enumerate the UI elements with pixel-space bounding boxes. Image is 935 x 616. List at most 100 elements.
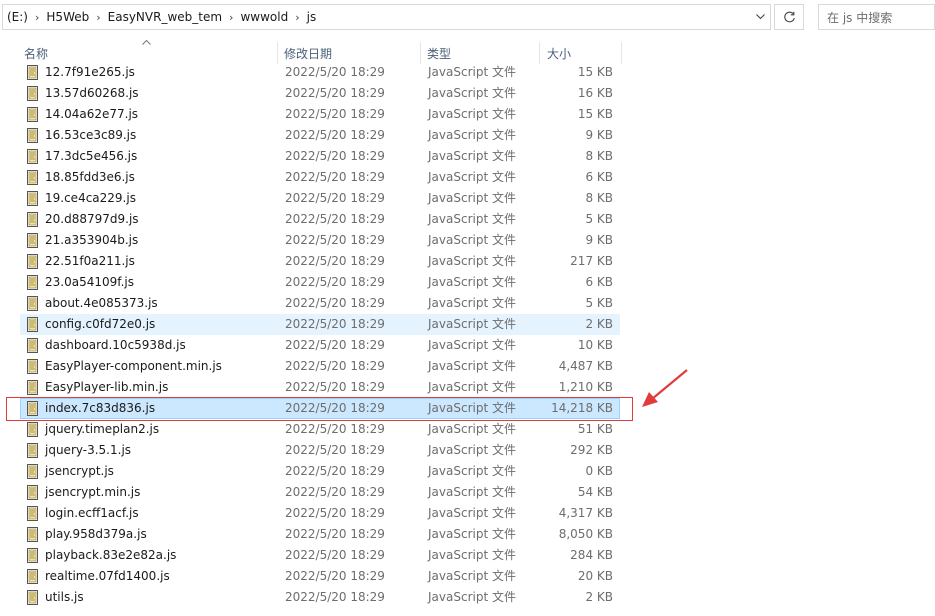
file-size: 16 KB — [577, 86, 613, 100]
file-row[interactable]: 22.51f0a211.js 2022/5/20 18:29 JavaScript … — [20, 251, 620, 272]
file-type: JavaScript 文件 — [428, 380, 516, 394]
file-date: 2022/5/20 18:29 — [285, 590, 385, 604]
address-toolbar: (E:) › H5Web › EasyNVR_web_tem › wwwold › js 在 j… — [0, 0, 935, 36]
file-row[interactable]: jsencrypt.min.js 2022/5/20 18:29 JavaScrip… — [20, 482, 620, 503]
file-date: 2022/5/20 18:29 — [285, 527, 385, 541]
file-type: JavaScript 文件 — [428, 170, 516, 184]
breadcrumb-item[interactable]: (E:) — [3, 10, 32, 24]
file-date: 2022/5/20 18:29 — [285, 254, 385, 268]
column-header-type[interactable]: 类型 — [421, 42, 540, 64]
file-row[interactable]: index.7c83d836.js 2022/5/20 18:29 JavaScri… — [20, 398, 620, 419]
search-input[interactable]: 在 js 中搜索 — [818, 4, 935, 30]
file-date: 2022/5/20 18:29 — [285, 485, 385, 499]
file-row[interactable]: jsencrypt.js 2022/5/20 18:29 JavaScript 文件… — [20, 461, 620, 482]
file-row[interactable]: jquery.timeplan2.js 2022/5/20 18:29 JavaSc… — [20, 419, 620, 440]
file-date: 2022/5/20 18:29 — [285, 380, 385, 394]
file-name: 20.d88797d9.js — [45, 212, 139, 226]
file-row[interactable]: 14.04a62e77.js 2022/5/20 18:29 JavaScript … — [20, 104, 620, 125]
js-file-icon — [25, 590, 40, 605]
file-type: JavaScript 文件 — [428, 191, 516, 205]
file-row[interactable]: config.c0fd72e0.js 2022/5/20 18:29 JavaScr… — [20, 314, 620, 335]
breadcrumb-separator[interactable]: › — [32, 11, 42, 24]
column-header-date[interactable]: 修改日期 — [278, 42, 421, 64]
file-row[interactable]: 13.57d60268.js 2022/5/20 18:29 JavaScript … — [20, 83, 620, 104]
file-size: 15 KB — [577, 107, 613, 121]
file-row[interactable]: EasyPlayer-lib.min.js 2022/5/20 18:29 Java… — [20, 377, 620, 398]
file-name: jsencrypt.min.js — [45, 485, 141, 499]
file-row[interactable]: realtime.07fd1400.js 2022/5/20 18:29 JavaS… — [20, 566, 620, 587]
js-file-icon — [25, 128, 40, 143]
file-date: 2022/5/20 18:29 — [285, 401, 385, 415]
file-row[interactable]: EasyPlayer-component.min.js 2022/5/20 18:… — [20, 356, 620, 377]
breadcrumb-item[interactable]: H5Web — [42, 10, 93, 24]
file-size: 4,317 KB — [558, 506, 613, 520]
file-size: 20 KB — [577, 569, 613, 583]
file-size: 15 KB — [577, 65, 613, 79]
file-date: 2022/5/20 18:29 — [285, 233, 385, 247]
file-name: 14.04a62e77.js — [45, 107, 139, 121]
file-date: 2022/5/20 18:29 — [285, 86, 385, 100]
file-name: utils.js — [45, 590, 84, 604]
file-size: 8 KB — [585, 191, 613, 205]
file-size: 0 KB — [585, 464, 613, 478]
address-bar[interactable]: (E:) › H5Web › EasyNVR_web_tem › wwwold › js — [2, 4, 771, 30]
file-date: 2022/5/20 18:29 — [285, 128, 385, 142]
file-type: JavaScript 文件 — [428, 296, 516, 310]
chevron-down-icon[interactable] — [751, 5, 769, 29]
breadcrumb-separator[interactable]: › — [292, 11, 302, 24]
js-file-icon — [25, 212, 40, 227]
breadcrumb-item[interactable]: wwwold — [236, 10, 292, 24]
file-row[interactable]: utils.js 2022/5/20 18:29 JavaScript 文件 2 KB — [20, 587, 620, 608]
file-row[interactable]: 20.d88797d9.js 2022/5/20 18:29 JavaScript … — [20, 209, 620, 230]
file-name: play.958d379a.js — [45, 527, 147, 541]
breadcrumb-separator[interactable]: › — [93, 11, 103, 24]
column-header-type-label: 类型 — [427, 46, 452, 61]
file-row[interactable]: about.4e085373.js 2022/5/20 18:29 JavaScri… — [20, 293, 620, 314]
file-row[interactable]: 18.85fdd3e6.js 2022/5/20 18:29 JavaScript … — [20, 167, 620, 188]
refresh-icon[interactable] — [774, 4, 804, 30]
file-type: JavaScript 文件 — [428, 128, 516, 142]
file-size: 5 KB — [585, 296, 613, 310]
file-name: playback.83e2e82a.js — [45, 548, 177, 562]
js-file-icon — [25, 233, 40, 248]
column-header-size[interactable]: 大小 — [540, 42, 622, 64]
file-type: JavaScript 文件 — [428, 422, 516, 436]
file-date: 2022/5/20 18:29 — [285, 569, 385, 583]
file-name: 22.51f0a211.js — [45, 254, 135, 268]
file-size: 51 KB — [577, 422, 613, 436]
js-file-icon — [25, 485, 40, 500]
js-file-icon — [25, 380, 40, 395]
file-size: 2 KB — [585, 317, 613, 331]
file-size: 1,210 KB — [558, 380, 613, 394]
breadcrumb-separator[interactable]: › — [226, 11, 236, 24]
file-name: index.7c83d836.js — [45, 401, 156, 415]
file-row[interactable]: 12.7f91e265.js 2022/5/20 18:29 JavaScript … — [20, 62, 620, 83]
file-row[interactable]: 19.ce4ca229.js 2022/5/20 18:29 JavaScript … — [20, 188, 620, 209]
js-file-icon — [25, 296, 40, 311]
file-row[interactable]: 21.a353904b.js 2022/5/20 18:29 JavaScript … — [20, 230, 620, 251]
breadcrumb-item[interactable]: js — [303, 10, 321, 24]
file-row[interactable]: login.ecff1acf.js 2022/5/20 18:29 JavaScri… — [20, 503, 620, 524]
file-name: 13.57d60268.js — [45, 86, 139, 100]
file-type: JavaScript 文件 — [428, 443, 516, 457]
js-file-icon — [25, 254, 40, 269]
column-header-row: 名称 修改日期 类型 大小 — [0, 42, 935, 64]
file-type: JavaScript 文件 — [428, 86, 516, 100]
file-size: 9 KB — [585, 128, 613, 142]
file-date: 2022/5/20 18:29 — [285, 275, 385, 289]
file-row[interactable]: jquery-3.5.1.js 2022/5/20 18:29 JavaScript… — [20, 440, 620, 461]
file-size: 292 KB — [570, 443, 613, 457]
file-row[interactable]: play.958d379a.js 2022/5/20 18:29 JavaScrip… — [20, 524, 620, 545]
file-date: 2022/5/20 18:29 — [285, 317, 385, 331]
file-row[interactable]: 16.53ce3c89.js 2022/5/20 18:29 JavaScript … — [20, 125, 620, 146]
breadcrumb-item[interactable]: EasyNVR_web_tem — [104, 10, 226, 24]
js-file-icon — [25, 149, 40, 164]
file-name: 17.3dc5e456.js — [45, 149, 138, 163]
file-row[interactable]: 17.3dc5e456.js 2022/5/20 18:29 JavaScript … — [20, 146, 620, 167]
js-file-icon — [25, 170, 40, 185]
file-row[interactable]: dashboard.10c5938d.js 2022/5/20 18:29 Java… — [20, 335, 620, 356]
file-row[interactable]: playback.83e2e82a.js 2022/5/20 18:29 JavaS… — [20, 545, 620, 566]
file-date: 2022/5/20 18:29 — [285, 506, 385, 520]
file-row[interactable]: 23.0a54109f.js 2022/5/20 18:29 JavaScript … — [20, 272, 620, 293]
file-size: 217 KB — [570, 254, 613, 268]
